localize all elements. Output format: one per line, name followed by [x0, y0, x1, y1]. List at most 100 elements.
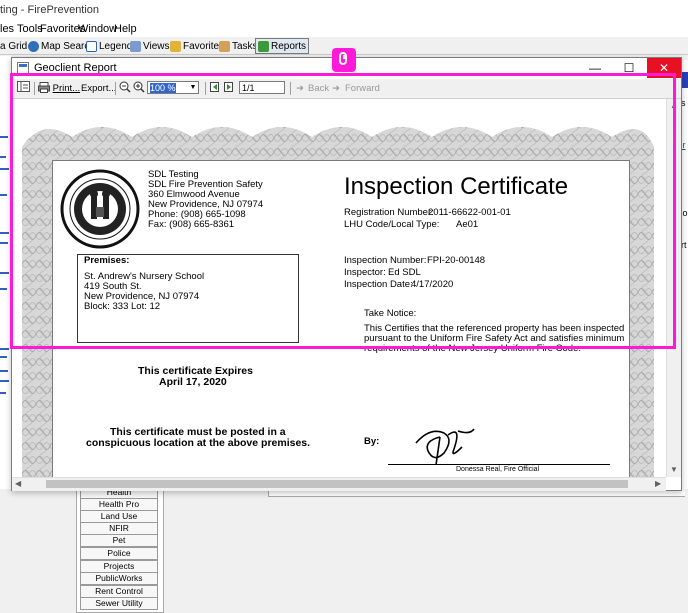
toolbar-favorites[interactable]: Favorites	[170, 39, 224, 53]
forward-label: Forward	[345, 83, 380, 94]
menu-files[interactable]: les	[0, 23, 14, 35]
scroll-right-icon[interactable]: ▶	[655, 479, 661, 488]
first-page-button[interactable]	[209, 81, 221, 96]
premises-label: Premises:	[84, 255, 130, 266]
export-button[interactable]: Export...	[81, 81, 116, 96]
zoom-in-icon	[133, 81, 145, 93]
toolbar-legend[interactable]: Legend	[86, 39, 132, 53]
views-icon	[130, 40, 141, 52]
toolbar-separator	[115, 82, 116, 95]
link-fragment[interactable]	[0, 136, 8, 138]
link-fragment[interactable]	[0, 348, 9, 350]
inspection-number-value: FPI-20-00148	[427, 255, 486, 266]
scroll-down-icon[interactable]: ▼	[670, 465, 678, 474]
reports-icon	[258, 40, 269, 52]
zoom-value: 100 %	[150, 83, 176, 93]
toolbar-tasks[interactable]: Tasks	[219, 39, 258, 53]
menu-tools[interactable]: Tools	[17, 23, 43, 35]
inspection-date-value: 4/17/2020	[411, 279, 454, 290]
horizontal-scrollbar[interactable]: ◀ ▶	[12, 477, 666, 491]
premises-block-lot: Block: 333 Lot: 12	[84, 301, 161, 312]
minimize-button[interactable]: —	[578, 58, 612, 78]
toolbar-separator	[290, 82, 291, 95]
toolbar-map-search[interactable]: Map Search	[28, 39, 95, 53]
toolbar-reports[interactable]: Reports	[255, 38, 310, 54]
page-number-input[interactable]: 1/1	[239, 81, 285, 94]
globe-icon	[28, 40, 39, 52]
arrow-left-icon: ➜	[296, 83, 304, 94]
by-label: By:	[364, 436, 380, 447]
zoom-out-icon	[119, 81, 131, 93]
back-label: Back	[308, 83, 330, 94]
link-fragment[interactable]	[0, 242, 8, 244]
app-title: ting - FirePrevention	[0, 4, 100, 16]
last-page-button[interactable]	[223, 81, 235, 96]
inspection-date-label: Inspection Date:	[344, 279, 413, 290]
module-button-pet[interactable]: Pet	[80, 534, 158, 547]
scroll-up-icon[interactable]: ▲	[670, 101, 678, 110]
link-fragment[interactable]	[0, 272, 9, 274]
certificate-title: Inspection Certificate	[344, 173, 569, 200]
tasks-icon	[219, 40, 230, 52]
app-menubar: les Tools Favorites Window Help	[0, 20, 688, 37]
toolbar-views-label: Views	[143, 40, 170, 52]
module-button-publicworks[interactable]: PublicWorks	[80, 572, 158, 585]
left-link-panel	[0, 56, 11, 496]
tree-panel-icon	[17, 81, 30, 92]
link-fragment[interactable]	[0, 370, 8, 372]
legend-icon	[86, 40, 97, 52]
toolbar-favorites-label: Favorites	[183, 40, 225, 52]
module-button-sewer-utility[interactable]: Sewer Utility	[80, 597, 158, 610]
maximize-button[interactable]: ☐	[612, 58, 646, 78]
inspector-label: Inspector:	[344, 267, 386, 278]
menu-window[interactable]: Window	[78, 23, 117, 35]
print-button[interactable]: Print...	[38, 81, 80, 96]
inspection-number-label: Inspection Number:	[344, 255, 427, 266]
mouse-icon	[332, 48, 356, 72]
toolbar-data-grid[interactable]: a Grid	[0, 39, 27, 53]
favorites-icon	[170, 40, 181, 52]
link-fragment[interactable]	[0, 380, 9, 382]
back-button[interactable]: ➜	[296, 81, 304, 96]
toolbar-views[interactable]: Views	[130, 39, 170, 53]
link-fragment[interactable]	[0, 392, 6, 394]
report-viewer[interactable]: SDL Testing SDL Fire Prevention Safety 3…	[12, 99, 666, 477]
vertical-scrollbar[interactable]: ▲ ▼	[666, 99, 681, 477]
report-toolbar: Print... Export... 100 % ▼ 1/1 ➜ Back ➜ …	[12, 79, 681, 99]
link-fragment[interactable]	[0, 168, 9, 170]
scroll-left-icon[interactable]: ◀	[15, 479, 21, 488]
module-button-police[interactable]: Police	[80, 547, 158, 560]
state-seal-icon	[60, 169, 140, 249]
link-fragment[interactable]	[0, 288, 7, 290]
toolbar-separator	[34, 82, 35, 95]
link-fragment[interactable]	[0, 194, 7, 196]
zoom-in-button[interactable]	[133, 81, 145, 96]
chevron-down-icon[interactable]: ▼	[188, 82, 198, 93]
signature-image	[415, 428, 475, 466]
expires-date: April 17, 2020	[159, 376, 227, 388]
posted-line-2: conspicuous location at the above premis…	[86, 437, 311, 449]
geoclient-report-window: Geoclient Report — ☐ ✕ Print... Export..…	[11, 57, 682, 491]
signatory-name: Donessa Real, Fire Official	[456, 466, 540, 473]
forward-button[interactable]: ➜	[332, 81, 340, 96]
org-fax: Fax: (908) 665-8361	[148, 219, 235, 230]
page-nav-icon	[210, 82, 219, 92]
link-fragment[interactable]	[0, 356, 7, 358]
toggle-tree-button[interactable]	[17, 81, 30, 96]
zoom-out-button[interactable]	[119, 81, 131, 96]
registration-value: 2011-66622-001-01	[428, 207, 511, 218]
close-button[interactable]: ✕	[647, 58, 681, 78]
take-notice-label: Take Notice:	[364, 308, 417, 319]
link-fragment[interactable]	[0, 232, 9, 234]
menu-help[interactable]: Help	[114, 23, 137, 35]
horizontal-scroll-thumb[interactable]	[46, 480, 628, 488]
print-label: Print...	[52, 83, 81, 94]
app-titlebar: ting - FirePrevention	[0, 0, 688, 20]
toolbar-legend-label: Legend	[99, 40, 133, 52]
link-fragment[interactable]	[0, 156, 6, 158]
toolbar-tasks-label: Tasks	[232, 40, 258, 52]
window-title: Geoclient Report	[34, 62, 117, 74]
toolbar-separator	[205, 82, 206, 95]
registration-label: Registration Number:	[344, 207, 434, 218]
page-nav-icon	[224, 82, 233, 92]
